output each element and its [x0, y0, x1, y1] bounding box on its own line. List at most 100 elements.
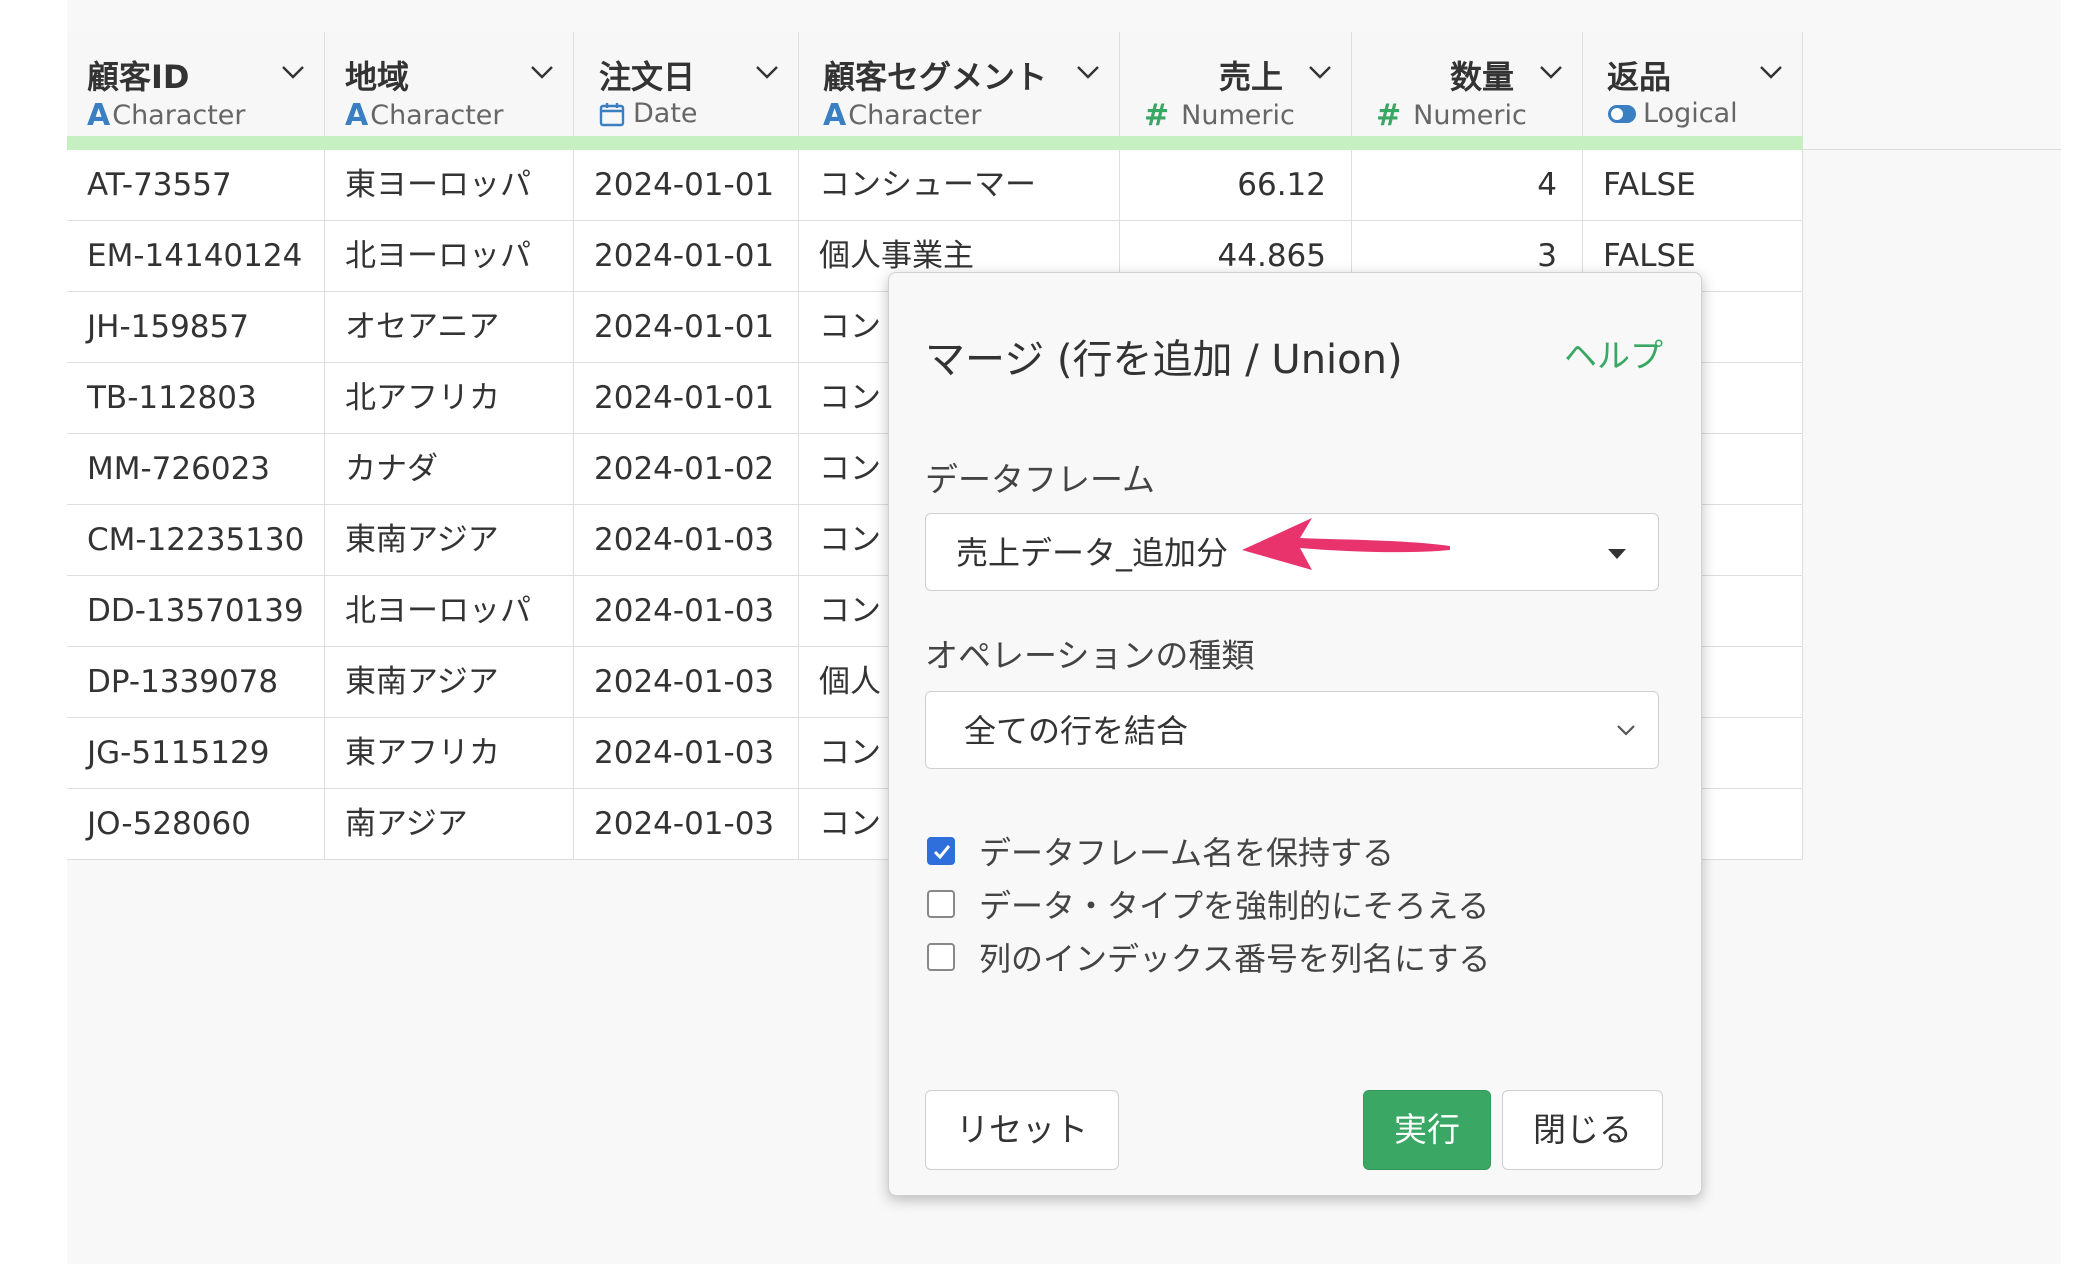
dataframe-select-value: 売上データ_追加分 [956, 534, 1229, 572]
table-cell[interactable]: 66.12 [1120, 150, 1352, 220]
table-cell[interactable]: 東南アジア [325, 505, 574, 575]
caret-down-icon [1608, 549, 1626, 559]
operation-type-label: オペレーションの種類 [925, 636, 1255, 675]
index-as-column-name-option[interactable]: 列のインデックス番号を列名にする [927, 937, 1490, 978]
table-cell[interactable]: 2024-01-01 [574, 221, 799, 291]
close-button[interactable]: 閉じる [1502, 1090, 1663, 1170]
column-name: 注文日 [599, 58, 696, 96]
column-header-quantity[interactable]: 数量 # Numeric [1352, 32, 1583, 150]
table-cell[interactable]: カナダ [325, 434, 574, 504]
column-type: Logical [1607, 98, 1738, 129]
table-cell[interactable]: TB-112803 [67, 363, 325, 433]
column-type: # Numeric [1376, 98, 1527, 133]
table-cell[interactable]: JO-528060 [67, 789, 325, 859]
table-cell[interactable]: DD-13570139 [67, 576, 325, 646]
column-type: Date [599, 98, 698, 129]
table-cell[interactable]: CM-12235130 [67, 505, 325, 575]
column-header-sales[interactable]: 売上 # Numeric [1120, 32, 1352, 150]
chevron-down-icon[interactable] [1758, 58, 1784, 84]
table-cell[interactable]: 東ヨーロッパ [325, 150, 574, 220]
table-cell[interactable]: オセアニア [325, 292, 574, 362]
table-cell[interactable]: 2024-01-01 [574, 292, 799, 362]
column-type: # Numeric [1144, 98, 1295, 133]
checkmark-icon [933, 845, 951, 860]
table-cell[interactable]: 東アフリカ [325, 718, 574, 788]
table-cell[interactable]: 4 [1352, 150, 1583, 220]
column-name: 顧客セグメント [823, 58, 1048, 96]
column-type: A Character [87, 98, 246, 133]
checkbox-label: データフレーム名を保持する [979, 834, 1395, 872]
chevron-down-icon[interactable] [529, 58, 555, 84]
table-cell[interactable]: 北ヨーロッパ [325, 221, 574, 291]
chevron-down-icon [1617, 725, 1635, 736]
table-cell[interactable]: 2024-01-03 [574, 789, 799, 859]
chevron-down-icon[interactable] [1307, 58, 1333, 84]
column-type-label: Character [848, 100, 982, 131]
chevron-down-icon[interactable] [1538, 58, 1564, 84]
reset-button[interactable]: リセット [925, 1090, 1119, 1170]
column-name: 地域 [345, 58, 410, 96]
column-quality-bar [1352, 136, 1583, 150]
table-cell[interactable]: EM-14140124 [67, 221, 325, 291]
table-cell[interactable]: 北アフリカ [325, 363, 574, 433]
column-header-region[interactable]: 地域 A Character [325, 32, 574, 150]
column-name: 返品 [1607, 58, 1672, 96]
annotation-arrow-icon [1242, 518, 1450, 570]
keep-dataframe-name-checkbox[interactable] [927, 837, 955, 865]
toggle-icon [1608, 104, 1636, 123]
operation-type-select[interactable]: 全ての行を結合 [925, 691, 1659, 769]
column-quality-bar [67, 136, 325, 150]
dialog-title: マージ (行を追加 / Union) [925, 337, 1403, 383]
table-cell[interactable]: 北ヨーロッパ [325, 576, 574, 646]
merge-union-dialog: マージ (行を追加 / Union) ヘルプ データフレーム 売上データ_追加分… [888, 272, 1702, 1196]
help-link[interactable]: ヘルプ [1564, 329, 1663, 377]
checkbox-label: データ・タイプを強制的にそろえる [979, 887, 1490, 925]
table-cell[interactable]: 2024-01-01 [574, 363, 799, 433]
column-name: 売上 [1218, 58, 1283, 96]
run-button[interactable]: 実行 [1363, 1090, 1491, 1170]
force-data-type-option[interactable]: データ・タイプを強制的にそろえる [927, 884, 1490, 925]
table-cell[interactable]: 2024-01-02 [574, 434, 799, 504]
table-cell[interactable]: JG-5115129 [67, 718, 325, 788]
column-type: A Character [345, 98, 504, 133]
operation-type-value: 全ての行を結合 [964, 712, 1189, 750]
chevron-down-icon[interactable] [754, 58, 780, 84]
chevron-down-icon[interactable] [280, 58, 306, 84]
chevron-down-icon[interactable] [1075, 58, 1101, 84]
column-type-label: Logical [1643, 98, 1738, 129]
table-cell[interactable]: AT-73557 [67, 150, 325, 220]
table-cell[interactable]: JH-159857 [67, 292, 325, 362]
table-cell[interactable]: 2024-01-03 [574, 647, 799, 717]
table-row: AT-73557 東ヨーロッパ 2024-01-01 コンシューマー 66.12 4 FAL… [67, 150, 1803, 221]
table-cell[interactable]: 東南アジア [325, 647, 574, 717]
column-header-customer-segment[interactable]: 顧客セグメント A Character [799, 32, 1120, 150]
calendar-icon [599, 102, 625, 126]
table-cell[interactable]: 南アジア [325, 789, 574, 859]
numeric-type-icon: # [1376, 98, 1402, 133]
column-quality-bar [574, 136, 799, 150]
index-as-column-name-checkbox[interactable] [927, 943, 955, 971]
force-data-type-checkbox[interactable] [927, 890, 955, 918]
keep-dataframe-name-option[interactable]: データフレーム名を保持する [927, 831, 1395, 872]
column-type-label: Date [633, 98, 698, 129]
column-type-label: Numeric [1181, 100, 1295, 131]
table-cell[interactable]: 2024-01-03 [574, 505, 799, 575]
character-type-icon: A [345, 98, 369, 133]
table-cell[interactable]: MM-726023 [67, 434, 325, 504]
column-type-label: Character [112, 100, 246, 131]
column-header-order-date[interactable]: 注文日 Date [574, 32, 799, 150]
grid-header: 顧客ID A Character 地域 A Character 注文日 Date 顧… [67, 32, 2061, 150]
column-header-returned[interactable]: 返品 Logical [1583, 32, 1803, 150]
table-cell[interactable]: コンシューマー [799, 150, 1120, 220]
column-type: A Character [823, 98, 982, 133]
table-cell[interactable]: FALSE [1583, 150, 1803, 220]
column-quality-bar [325, 136, 574, 150]
table-cell[interactable]: 2024-01-03 [574, 576, 799, 646]
column-type-label: Character [370, 100, 504, 131]
column-header-customer-id[interactable]: 顧客ID A Character [67, 32, 325, 150]
column-name: 数量 [1449, 58, 1514, 96]
table-cell[interactable]: DP-1339078 [67, 647, 325, 717]
table-cell[interactable]: 2024-01-03 [574, 718, 799, 788]
table-cell[interactable]: 2024-01-01 [574, 150, 799, 220]
column-quality-bar [1120, 136, 1352, 150]
